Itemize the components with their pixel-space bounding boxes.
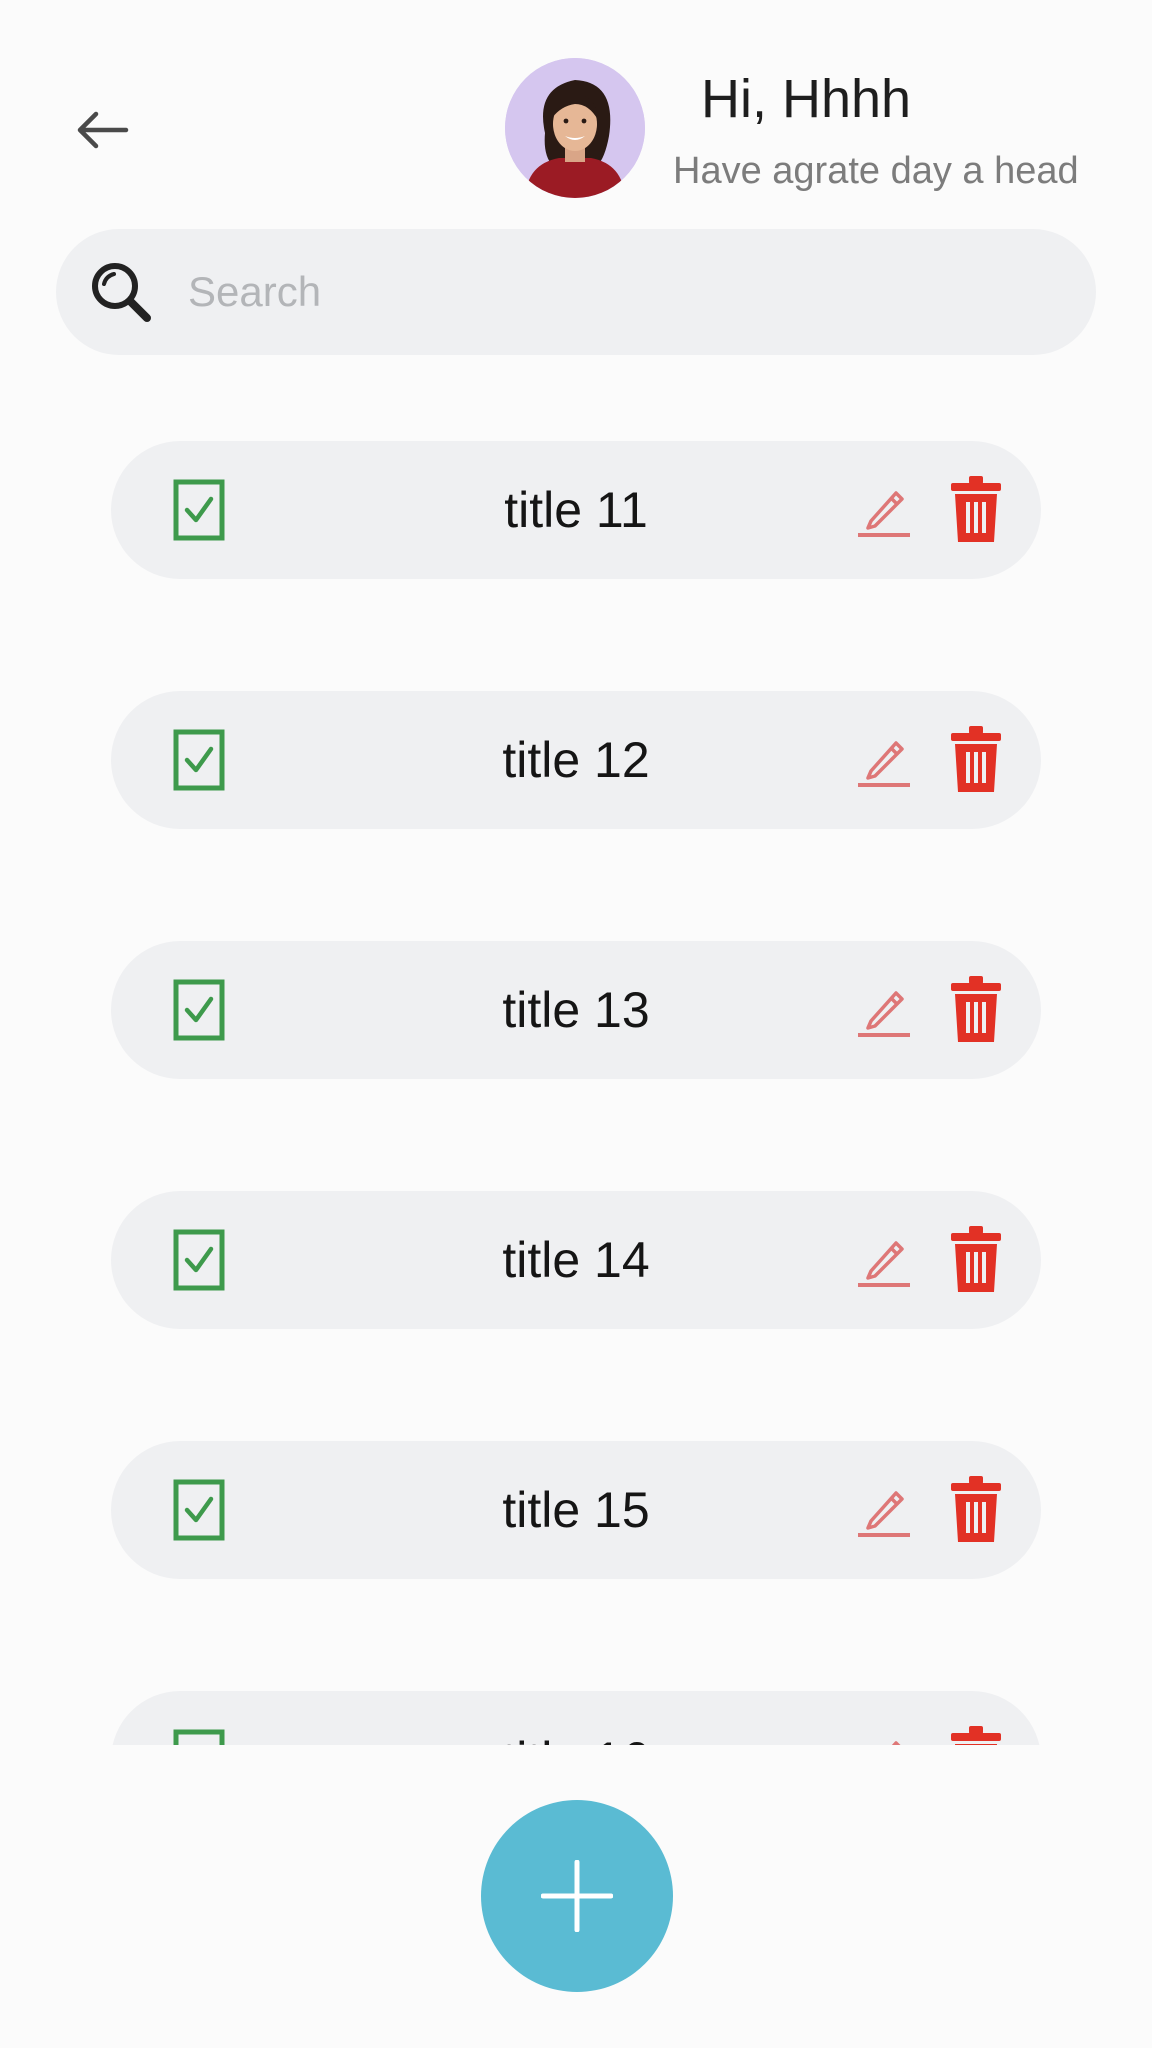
checkbox-checked-icon[interactable] <box>173 1229 225 1291</box>
checkbox-checked-icon[interactable] <box>173 979 225 1041</box>
trash-icon[interactable] <box>949 1475 1003 1543</box>
checkbox-checked-icon[interactable] <box>173 479 225 541</box>
checkbox-checked-icon[interactable] <box>173 1479 225 1541</box>
pencil-icon[interactable] <box>855 1227 913 1289</box>
search-bar[interactable] <box>56 229 1096 355</box>
trash-icon[interactable] <box>949 1225 1003 1293</box>
pencil-icon[interactable] <box>855 1477 913 1539</box>
avatar <box>505 58 645 198</box>
todo-list[interactable]: title 11 title 12 title 13 title 14 titl… <box>0 420 1152 1745</box>
search-icon <box>92 263 151 322</box>
arrow-left-icon <box>77 111 129 149</box>
plus-icon <box>541 1860 613 1932</box>
pencil-icon[interactable] <box>855 477 913 539</box>
add-todo-button[interactable] <box>481 1800 673 1992</box>
todo-item[interactable]: title 11 <box>111 441 1041 579</box>
todo-item[interactable]: title 13 <box>111 941 1041 1079</box>
pencil-icon[interactable] <box>855 727 913 789</box>
todo-item[interactable]: title 16 <box>111 1691 1041 1745</box>
pencil-icon[interactable] <box>855 1727 913 1745</box>
trash-icon[interactable] <box>949 475 1003 543</box>
checkbox-checked-icon[interactable] <box>173 729 225 791</box>
trash-icon[interactable] <box>949 725 1003 793</box>
greeting-subtitle: Have agrate day a head <box>673 150 1079 192</box>
pencil-icon[interactable] <box>855 977 913 1039</box>
avatar-image <box>505 58 645 198</box>
trash-icon[interactable] <box>949 975 1003 1043</box>
todo-screen: Hi, Hhhh Have agrate day a head title 11 <box>0 0 1152 2048</box>
todo-item[interactable]: title 14 <box>111 1191 1041 1329</box>
greeting-title: Hi, Hhhh <box>701 69 912 129</box>
checkbox-checked-icon[interactable] <box>173 1729 225 1745</box>
todo-item[interactable]: title 12 <box>111 691 1041 829</box>
search-input[interactable] <box>188 268 1096 316</box>
back-button[interactable] <box>70 98 134 162</box>
todo-item[interactable]: title 15 <box>111 1441 1041 1579</box>
trash-icon[interactable] <box>949 1725 1003 1745</box>
